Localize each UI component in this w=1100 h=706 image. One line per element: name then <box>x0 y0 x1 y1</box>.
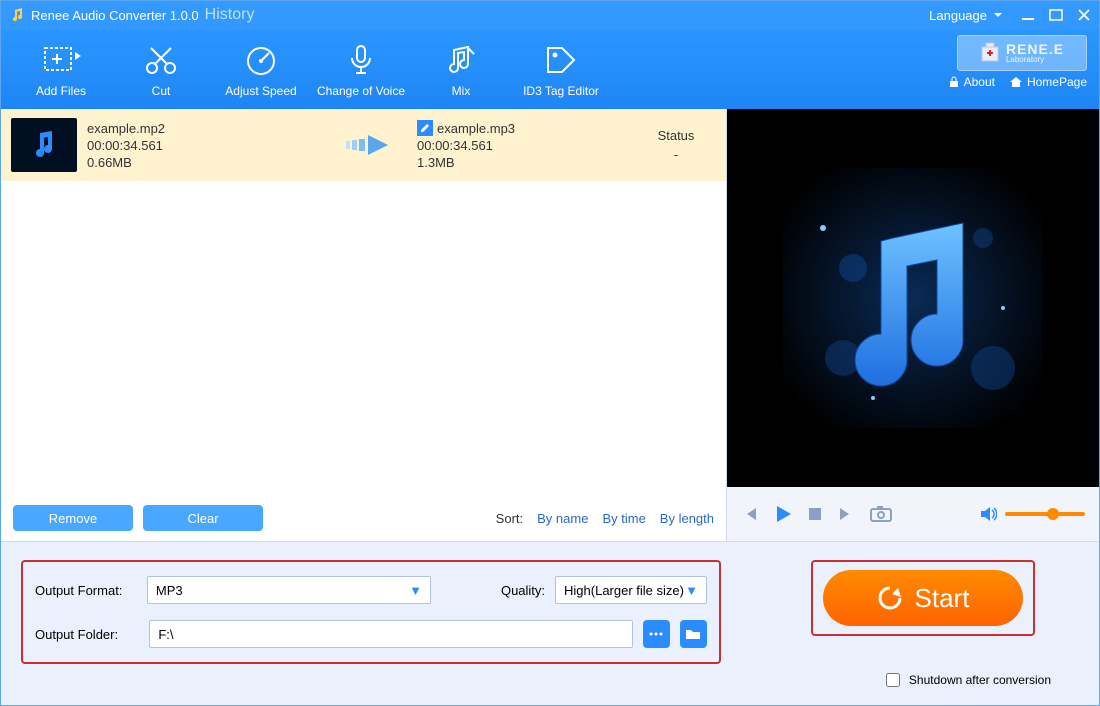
titlebar: Renee Audio Converter 1.0.0 History Lang… <box>1 1 1099 29</box>
adjust-speed-button[interactable]: Adjust Speed <box>211 40 311 98</box>
chevron-down-icon: ▼ <box>685 583 698 598</box>
stop-button[interactable] <box>807 506 823 522</box>
mix-button[interactable]: Mix <box>411 40 511 98</box>
list-controls: Remove Clear Sort: By name By time By le… <box>13 505 714 531</box>
output-folder-label: Output Folder: <box>35 627 139 642</box>
app-icon <box>9 7 25 23</box>
app-window: Renee Audio Converter 1.0.0 History Lang… <box>0 0 1100 706</box>
start-button[interactable]: Start <box>823 570 1023 626</box>
history-link[interactable]: History <box>205 6 255 24</box>
quality-label: Quality: <box>501 583 545 598</box>
briefcase-icon <box>980 41 1000 65</box>
player-controls <box>727 487 1099 541</box>
file-thumbnail <box>11 118 77 172</box>
volume-icon <box>979 506 997 522</box>
output-settings: Output Format: MP3 ▼ Quality: High(Large… <box>21 560 721 664</box>
minimize-button[interactable] <box>1021 8 1035 22</box>
input-duration: 00:00:34.561 <box>87 138 327 153</box>
preview-panel <box>727 109 1099 541</box>
arrow-icon <box>337 131 407 159</box>
output-folder-input[interactable]: F:\ <box>149 620 633 648</box>
home-icon <box>1009 76 1023 88</box>
chevron-down-icon: ▼ <box>409 583 422 598</box>
add-files-button[interactable]: Add Files <box>11 40 111 98</box>
output-duration: 00:00:34.561 <box>417 138 577 153</box>
speed-icon <box>244 40 278 80</box>
microphone-icon <box>344 40 378 80</box>
next-button[interactable] <box>837 505 855 523</box>
output-file-info: example.mp3 00:00:34.561 1.3MB <box>417 120 577 170</box>
open-folder-button[interactable] <box>680 620 707 648</box>
output-format-label: Output Format: <box>35 583 137 598</box>
main-area: example.mp2 00:00:34.561 0.66MB example.… <box>1 109 1099 541</box>
input-file-info: example.mp2 00:00:34.561 0.66MB <box>87 121 327 170</box>
volume-slider[interactable] <box>1005 512 1085 516</box>
cut-button[interactable]: Cut <box>111 40 211 98</box>
sort-by-time[interactable]: By time <box>602 511 645 526</box>
shutdown-checkbox-input[interactable] <box>886 673 900 687</box>
sort-by-length[interactable]: By length <box>660 511 714 526</box>
sort-label: Sort: <box>496 511 523 526</box>
play-button[interactable] <box>773 504 793 524</box>
remove-button[interactable]: Remove <box>13 505 133 531</box>
volume-control[interactable] <box>979 506 1085 522</box>
app-title: Renee Audio Converter 1.0.0 <box>31 8 199 23</box>
homepage-link[interactable]: HomePage <box>1009 75 1087 89</box>
close-button[interactable] <box>1077 8 1091 22</box>
file-row[interactable]: example.mp2 00:00:34.561 0.66MB example.… <box>1 109 726 181</box>
start-highlight: Start <box>811 560 1035 636</box>
status-value: - <box>636 147 716 162</box>
brand-logo: RENE.E Laboratory <box>957 35 1087 71</box>
maximize-button[interactable] <box>1049 8 1063 22</box>
language-dropdown[interactable]: Language <box>929 8 1003 23</box>
status-header: Status <box>636 128 716 143</box>
lock-icon <box>948 76 960 88</box>
output-size: 1.3MB <box>417 155 577 170</box>
refresh-icon <box>877 585 903 611</box>
quality-dropdown[interactable]: High(Larger file size) ▼ <box>555 576 707 604</box>
toolbar: Add Files Cut Adjust Speed Change of Voi… <box>1 29 1099 109</box>
add-files-icon <box>41 40 81 80</box>
bottom-panel: Output Format: MP3 ▼ Quality: High(Large… <box>1 541 1099 706</box>
preview-canvas <box>727 109 1099 487</box>
input-filename: example.mp2 <box>87 121 327 136</box>
file-list: example.mp2 00:00:34.561 0.66MB example.… <box>1 109 727 541</box>
id3-editor-button[interactable]: ID3 Tag Editor <box>511 40 611 98</box>
scissors-icon <box>143 40 179 80</box>
language-label: Language <box>929 8 987 23</box>
mix-icon <box>444 40 478 80</box>
tag-icon <box>544 40 578 80</box>
about-link[interactable]: About <box>948 75 995 89</box>
output-filename: example.mp3 <box>437 121 515 136</box>
output-format-dropdown[interactable]: MP3 ▼ <box>147 576 431 604</box>
edit-output-icon[interactable] <box>417 120 433 136</box>
browse-button[interactable] <box>643 620 670 648</box>
snapshot-button[interactable] <box>869 505 893 523</box>
shutdown-checkbox[interactable]: Shutdown after conversion <box>882 670 1051 690</box>
clear-button[interactable]: Clear <box>143 505 263 531</box>
prev-button[interactable] <box>741 505 759 523</box>
sort-box: Sort: By name By time By length <box>496 511 714 526</box>
input-size: 0.66MB <box>87 155 327 170</box>
sort-by-name[interactable]: By name <box>537 511 588 526</box>
toolbar-right: RENE.E Laboratory About HomePage <box>948 35 1087 89</box>
change-voice-button[interactable]: Change of Voice <box>311 40 411 98</box>
